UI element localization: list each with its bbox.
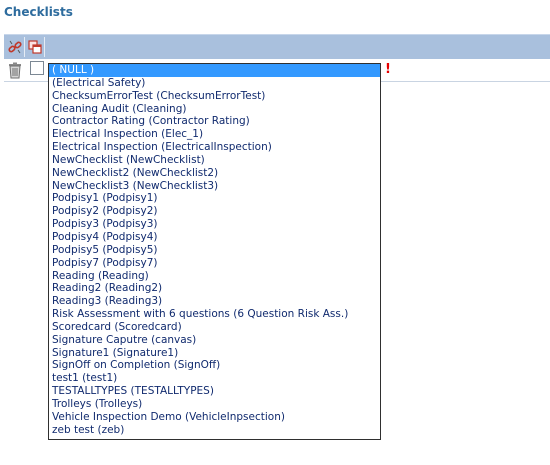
dropdown-option[interactable]: ChecksumErrorTest (ChecksumErrorTest) xyxy=(49,90,380,103)
dropdown-option[interactable]: NewChecklist3 (NewChecklist3) xyxy=(49,180,380,193)
dropdown-option[interactable]: Reading2 (Reading2) xyxy=(49,282,380,295)
dropdown-option[interactable]: Vehicle Inspection Demo (VehicleInpsecti… xyxy=(49,411,380,424)
toolbar-divider xyxy=(44,37,45,57)
dropdown-option[interactable]: test1 (test1) xyxy=(49,372,380,385)
checklist-dropdown-list[interactable]: ( NULL ) (Electrical Safety) ChecksumError… xyxy=(48,63,381,440)
dropdown-option[interactable]: TESTALLTYPES (TESTALLTYPES) xyxy=(49,385,380,398)
dropdown-option[interactable]: NewChecklist2 (NewChecklist2) xyxy=(49,167,380,180)
page-title: Checklists xyxy=(4,5,73,19)
dropdown-option[interactable]: Podpisy5 (Podpisy5) xyxy=(49,244,380,257)
toolbar-divider xyxy=(24,37,25,57)
required-marker: ! xyxy=(385,62,391,77)
dropdown-option[interactable]: Contractor Rating (Contractor Rating) xyxy=(49,115,380,128)
toolbar xyxy=(4,34,550,59)
dropdown-option[interactable]: Trolleys (Trolleys) xyxy=(49,398,380,411)
dropdown-option[interactable]: Reading (Reading) xyxy=(49,270,380,283)
dropdown-option[interactable]: ( NULL ) xyxy=(49,64,380,77)
dropdown-option[interactable]: Podpisy3 (Podpisy3) xyxy=(49,218,380,231)
unlink-button[interactable] xyxy=(6,37,23,56)
trash-icon[interactable] xyxy=(7,62,23,79)
dropdown-option[interactable]: Electrical Inspection (ElectricalInspect… xyxy=(49,141,380,154)
row-checkbox[interactable] xyxy=(30,61,44,75)
dropdown-option[interactable]: Signature1 (Signature1) xyxy=(49,347,380,360)
dropdown-option[interactable]: zeb test (zeb) xyxy=(49,424,380,437)
dropdown-option[interactable]: Podpisy1 (Podpisy1) xyxy=(49,192,380,205)
dropdown-option[interactable]: (Electrical Safety) xyxy=(49,77,380,90)
dropdown-option[interactable]: NewChecklist (NewChecklist) xyxy=(49,154,380,167)
dropdown-option[interactable]: Signature Caputre (canvas) xyxy=(49,334,380,347)
dropdown-option[interactable]: Reading3 (Reading3) xyxy=(49,295,380,308)
dropdown-option[interactable]: Electrical Inspection (Elec_1) xyxy=(49,128,380,141)
dropdown-option[interactable]: Podpisy7 (Podpisy7) xyxy=(49,257,380,270)
dropdown-option[interactable]: Scoredcard (Scoredcard) xyxy=(49,321,380,334)
dropdown-option[interactable]: SignOff on Completion (SignOff) xyxy=(49,359,380,372)
copy-window-icon xyxy=(27,39,42,54)
dropdown-option[interactable]: Risk Assessment with 6 questions (6 Ques… xyxy=(49,308,380,321)
dropdown-option[interactable]: Podpisy2 (Podpisy2) xyxy=(49,205,380,218)
dropdown-option[interactable]: Cleaning Audit (Cleaning) xyxy=(49,103,380,116)
dropdown-option[interactable]: Podpisy4 (Podpisy4) xyxy=(49,231,380,244)
copy-button[interactable] xyxy=(26,37,43,56)
unlink-icon xyxy=(7,40,22,53)
